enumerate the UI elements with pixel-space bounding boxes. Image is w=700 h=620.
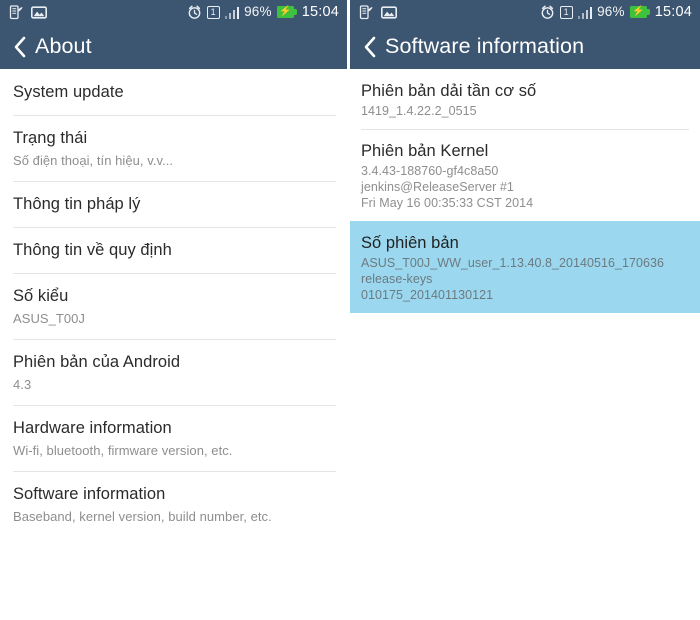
software-information-list: Phiên bản dải tần cơ số 1419_1.4.22.2_05… <box>350 69 700 313</box>
list-item-android-version[interactable]: Phiên bản của Android 4.3 <box>0 339 347 405</box>
screenshot-image-icon <box>381 5 397 19</box>
list-item-subtitle: Baseband, kernel version, build number, … <box>13 509 272 524</box>
battery-charging-icon: ⚡ <box>629 6 650 18</box>
alarm-clock-icon <box>540 5 555 20</box>
list-item-title: Phiên bản dải tần cơ số <box>361 82 537 100</box>
clock-label: 15:04 <box>654 3 692 20</box>
sim-card-indicator-icon: 1 <box>206 5 220 19</box>
list-item-title: Phiên bản của Android <box>13 353 181 371</box>
list-item-subtitle: 1419_1.4.22.2_0515 <box>361 104 477 118</box>
battery-percent-label: 96% <box>597 4 625 20</box>
alarm-clock-icon <box>187 5 202 20</box>
list-item-title: System update <box>13 83 124 101</box>
list-item-subtitle: Wi-fi, bluetooth, firmware version, etc. <box>13 443 233 458</box>
list-item-subtitle: Số điện thoại, tín hiệu, v.v... <box>13 153 174 168</box>
list-item-title: Số phiên bản <box>361 234 459 252</box>
about-settings-list: System update Trạng thái Số điện thoại, … <box>0 69 347 537</box>
list-item-kernel-version[interactable]: Phiên bản Kernel 3.4.43-188760-gf4c8a50 … <box>350 129 700 221</box>
list-item-subtitle: ASUS_T00J_WW_user_1.13.40.8_20140516_170… <box>361 256 665 302</box>
list-item-hardware-information[interactable]: Hardware information Wi-fi, bluetooth, f… <box>0 405 347 471</box>
action-bar-left: About <box>0 24 347 69</box>
list-item-title: Trạng thái <box>13 129 88 147</box>
list-item-title: Hardware information <box>13 419 172 437</box>
list-item-subtitle: 4.3 <box>13 377 32 392</box>
dual-screenshot-container: 1 96% ⚡ 15:04 About System update Trạng … <box>0 0 700 620</box>
document-leaf-icon <box>359 4 374 20</box>
status-bar-left: 1 96% ⚡ 15:04 <box>0 0 347 24</box>
list-item-software-information[interactable]: Software information Baseband, kernel ve… <box>0 471 347 537</box>
list-item-regulatory-information[interactable]: Thông tin về quy định <box>0 227 347 273</box>
page-title: About <box>35 34 92 58</box>
back-chevron-icon[interactable] <box>360 34 380 60</box>
document-leaf-icon <box>9 4 24 20</box>
list-item-title: Software information <box>13 485 166 503</box>
list-item-subtitle: ASUS_T00J <box>13 311 85 326</box>
list-item-subtitle: 3.4.43-188760-gf4c8a50 jenkins@ReleaseSe… <box>361 164 534 210</box>
page-title: Software information <box>385 34 585 58</box>
clock-label: 15:04 <box>301 3 339 20</box>
list-item-model-number[interactable]: Số kiểu ASUS_T00J <box>0 273 347 339</box>
status-bar-notification-icons <box>359 4 397 20</box>
list-item-build-number[interactable]: Số phiên bản ASUS_T00J_WW_user_1.13.40.8… <box>350 221 700 313</box>
signal-bars-icon <box>577 6 593 19</box>
battery-percent-label: 96% <box>244 4 272 20</box>
status-bar-right: 1 96% ⚡ 15:04 <box>350 0 700 24</box>
list-item-system-update[interactable]: System update <box>0 69 347 115</box>
list-item-title: Thông tin pháp lý <box>13 195 141 213</box>
list-item-baseband-version[interactable]: Phiên bản dải tần cơ số 1419_1.4.22.2_05… <box>350 69 700 129</box>
list-item-title: Số kiểu <box>13 287 69 305</box>
screenshot-image-icon <box>31 5 47 19</box>
right-phone-screen: 1 96% ⚡ 15:04 Software information Phiên… <box>350 0 700 620</box>
left-phone-screen: 1 96% ⚡ 15:04 About System update Trạng … <box>0 0 347 620</box>
action-bar-right: Software information <box>350 24 700 69</box>
list-item-title: Thông tin về quy định <box>13 241 172 259</box>
signal-bars-icon <box>224 6 240 19</box>
battery-charging-icon: ⚡ <box>276 6 297 18</box>
list-item-legal-information[interactable]: Thông tin pháp lý <box>0 181 347 227</box>
status-bar-system-icons: 1 96% ⚡ 15:04 <box>540 5 692 20</box>
status-bar-notification-icons <box>9 4 47 20</box>
back-chevron-icon[interactable] <box>10 34 30 60</box>
sim-card-indicator-icon: 1 <box>559 5 573 19</box>
list-item-title: Phiên bản Kernel <box>361 142 489 160</box>
list-item-status[interactable]: Trạng thái Số điện thoại, tín hiệu, v.v.… <box>0 115 347 181</box>
status-bar-system-icons: 1 96% ⚡ 15:04 <box>187 5 339 20</box>
